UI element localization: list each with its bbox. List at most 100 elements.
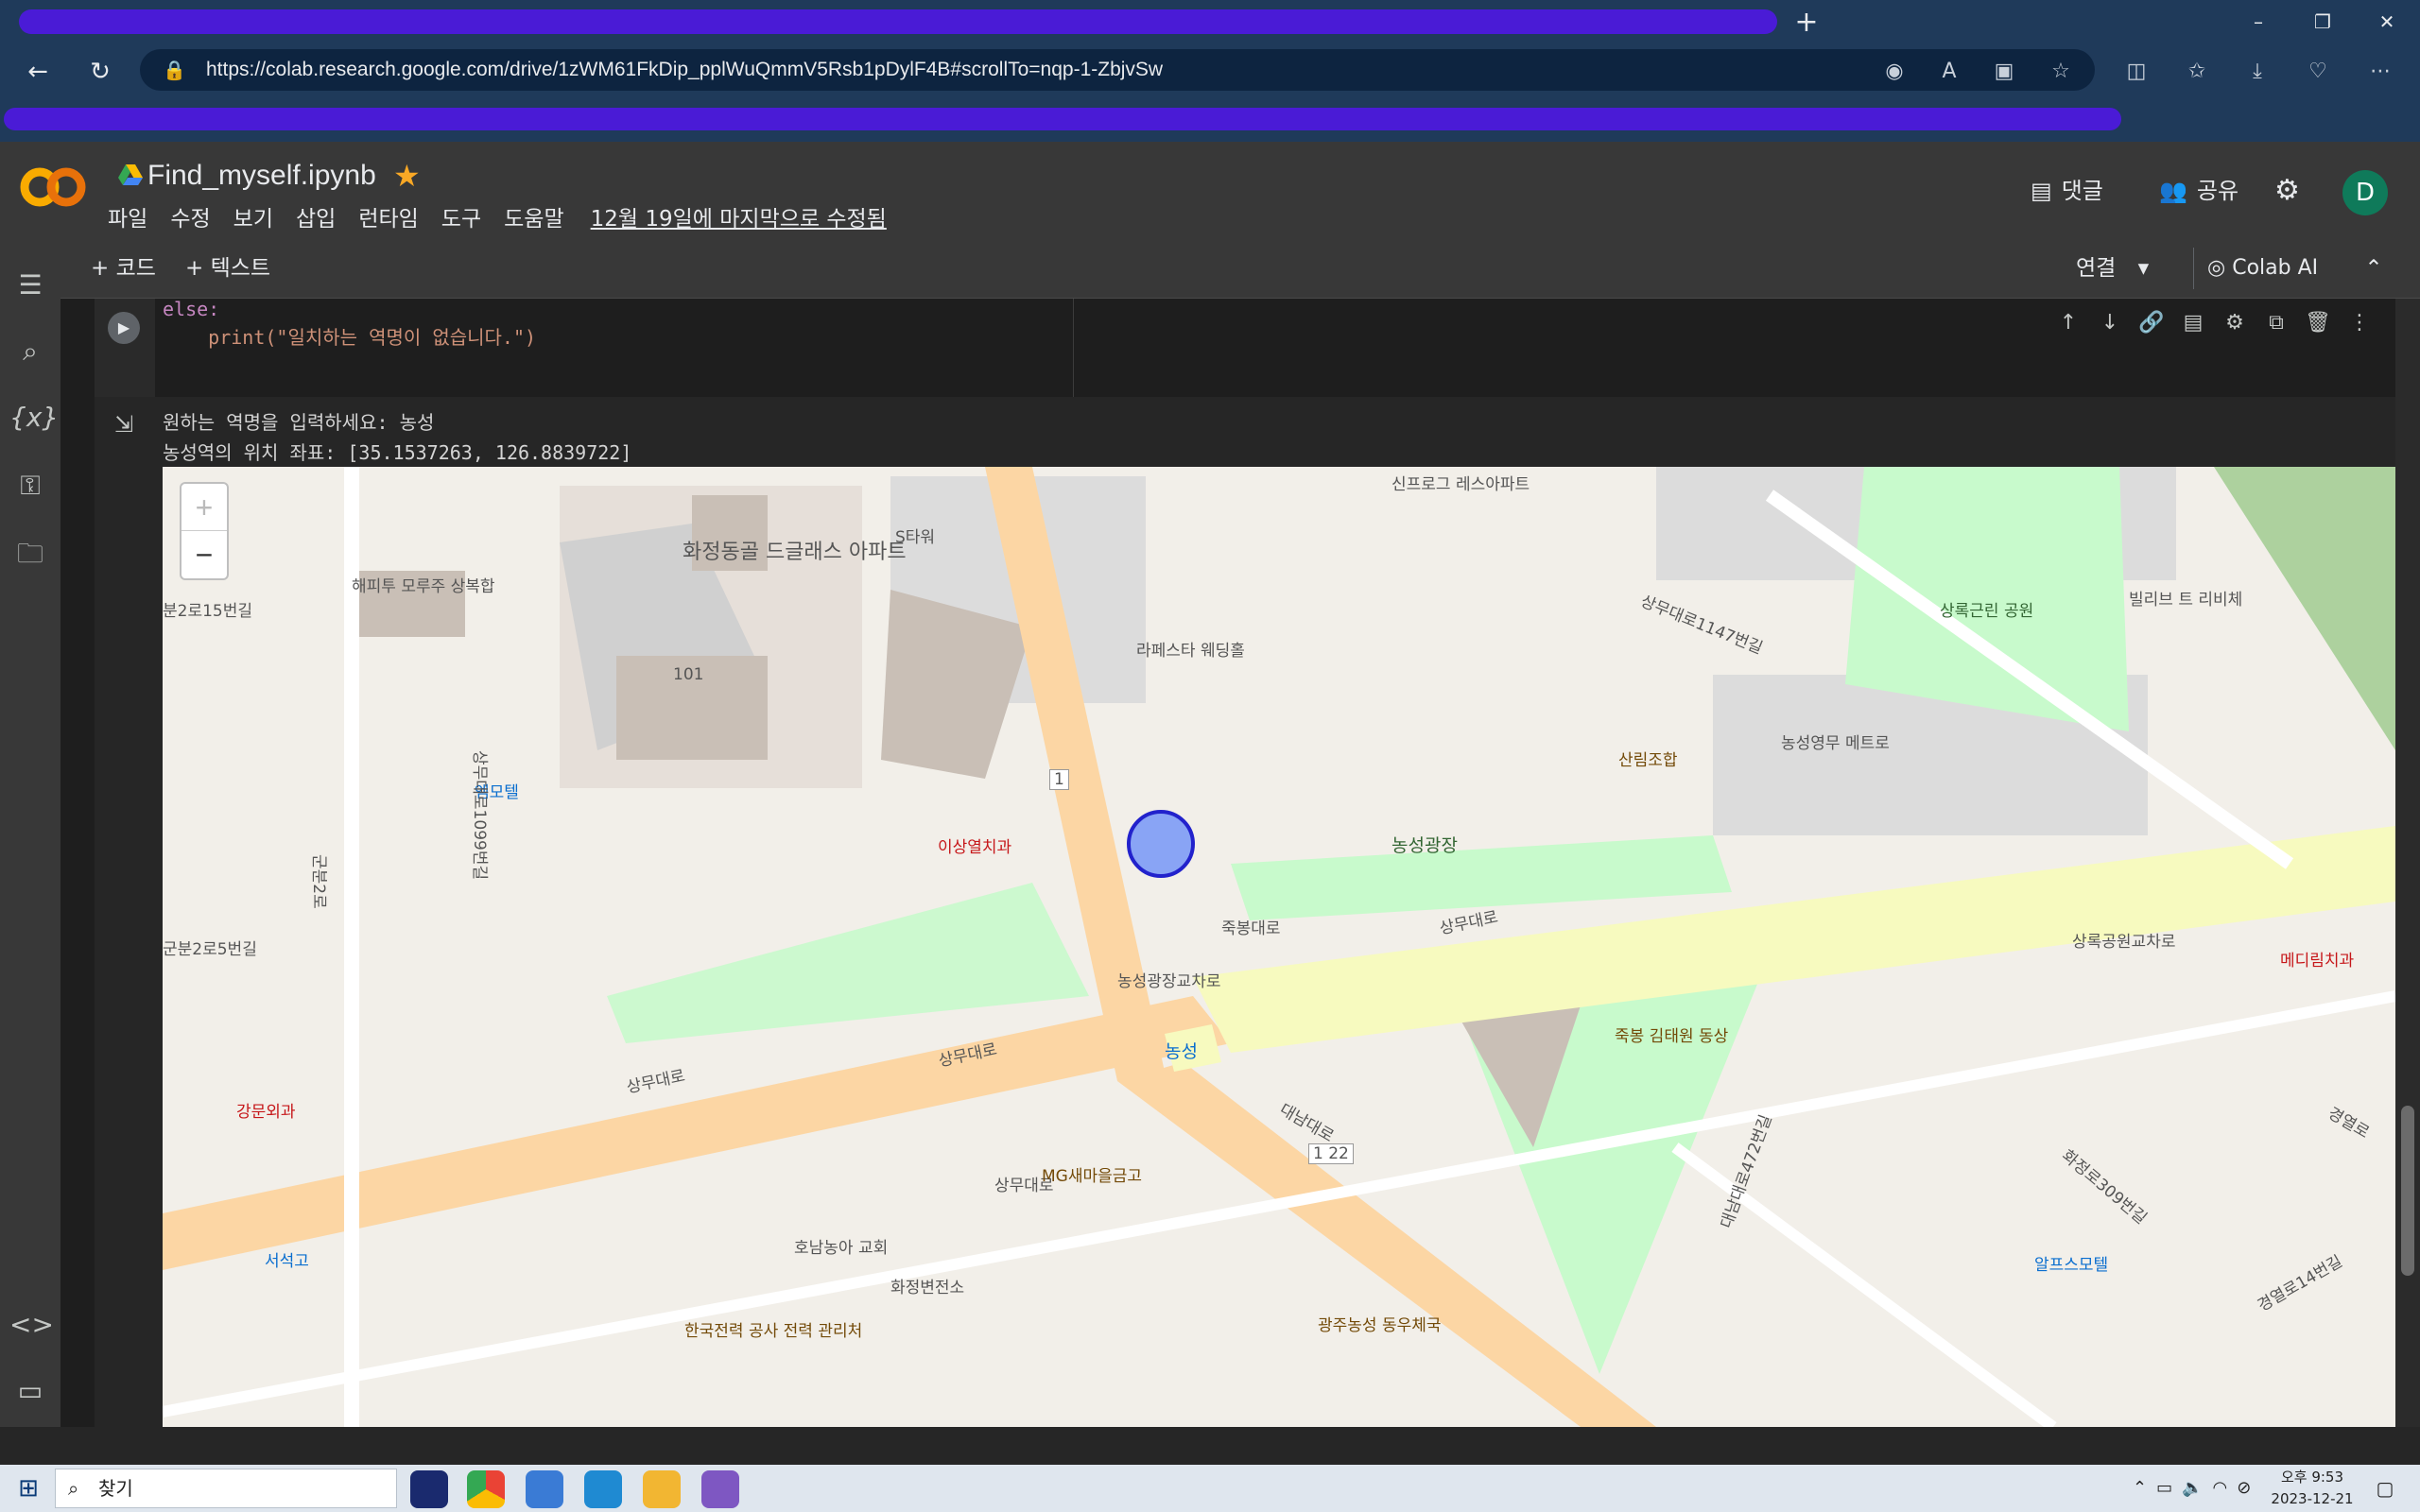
add-code-button[interactable]: + 코드 [91, 249, 156, 287]
chrome-app-icon[interactable] [467, 1470, 505, 1508]
colab-ai-label: Colab AI [2232, 256, 2319, 280]
new-tab-button[interactable]: + [1789, 6, 1824, 40]
map-label-shinprog: 신프로그 레스아파트 [1392, 475, 1530, 494]
output-icon[interactable]: ⇲ [108, 408, 140, 440]
menu-edit[interactable]: 수정 [170, 202, 210, 236]
menu-bar: 파일 수정 보기 삽입 런타임 도구 도움말 12월 19일에 마지막으로 수정… [108, 202, 887, 236]
taskbar-clock[interactable]: 오후 9:53 2023-12-21 [2265, 1467, 2360, 1510]
code-line-else: else: [163, 298, 220, 320]
command-palette-icon[interactable]: ▭ [9, 1370, 51, 1412]
map-label-billive: 빌리브 트 리비체 [2129, 591, 2243, 610]
reload-icon[interactable]: ↻ [81, 53, 119, 91]
avatar[interactable]: D [2342, 170, 2388, 215]
windows-start-icon[interactable]: ⊞ [9, 1472, 47, 1504]
link-icon[interactable]: 🔗 [2136, 308, 2167, 338]
map-label-medical-dental: 메디림치과 [2280, 952, 2355, 971]
app-icon[interactable] [701, 1470, 739, 1508]
favorite-star-icon[interactable]: ☆ [2044, 55, 2078, 89]
more-vert-icon[interactable]: ⋮ [2344, 308, 2375, 338]
map-label-dental: 이상열치과 [938, 838, 1012, 857]
map-label-forestry-coop: 산림조합 [1618, 751, 1678, 770]
map-label-apartment: 화정동골 드글래스 아파트 [683, 541, 907, 564]
map-label-jukbong: 죽봉대로 [1221, 919, 1281, 938]
app-icon[interactable] [526, 1470, 563, 1508]
lock-icon[interactable]: 🔒 [163, 57, 187, 83]
last-edited-link[interactable]: 12월 19일에 마지막으로 수정됨 [591, 202, 887, 236]
favorites-icon[interactable]: ✩ [2180, 55, 2214, 89]
star-icon[interactable]: ★ [393, 157, 427, 195]
read-aloud-icon[interactable]: A [1932, 55, 1966, 89]
colab-ai-button[interactable]: ◎ Colab AI [2193, 248, 2318, 289]
secrets-key-icon[interactable]: ⚿ [9, 465, 51, 507]
url-text[interactable]: https://colab.research.google.com/drive/… [206, 57, 1163, 83]
no-internet-icon[interactable]: ⊘ [2237, 1474, 2251, 1503]
move-up-icon[interactable]: ↑ [2053, 308, 2083, 338]
settings-gear-icon[interactable]: ⚙ [2274, 170, 2300, 212]
menu-runtime[interactable]: 런타임 [358, 202, 418, 236]
close-window-button[interactable]: ✕ [2365, 6, 2409, 38]
location-circle-marker[interactable] [1127, 810, 1195, 878]
status-bar [0, 1427, 2420, 1465]
collapse-chevron-up-icon[interactable]: ⌃ [2360, 249, 2388, 287]
app-view-icon[interactable]: ▣ [1987, 55, 2021, 89]
zoom-in-button[interactable]: + [182, 484, 227, 531]
map-label-plaza: 농성광장 [1392, 835, 1458, 856]
delete-icon[interactable]: 🗑 [2303, 308, 2333, 338]
comment-button[interactable]: ▤ 댓글 [2031, 170, 2103, 212]
notebook-toolbar [60, 242, 2420, 299]
add-text-button[interactable]: + 텍스트 [185, 249, 270, 287]
menu-view[interactable]: 보기 [233, 202, 273, 236]
zoom-out-button[interactable]: − [182, 531, 227, 578]
file-explorer-icon[interactable] [643, 1470, 681, 1508]
eclipse-app-icon[interactable] [410, 1470, 448, 1508]
map-canvas[interactable] [163, 467, 2395, 1427]
move-down-icon[interactable]: ↓ [2095, 308, 2125, 338]
menu-file[interactable]: 파일 [108, 202, 147, 236]
google-drive-icon[interactable] [117, 163, 144, 187]
chevron-up-icon[interactable]: ⌃ [2133, 1474, 2147, 1503]
bookmark-items[interactable] [4, 108, 2121, 130]
restore-button[interactable]: ❐ [2301, 6, 2344, 38]
files-folder-icon[interactable]: 🗀 [9, 533, 51, 575]
mirror-cell-icon[interactable]: ⧉ [2261, 308, 2291, 338]
browser-tab[interactable] [19, 9, 1777, 34]
split-screen-icon[interactable]: ◫ [2119, 55, 2153, 89]
variables-icon[interactable]: {x} [9, 397, 59, 438]
code-snippets-icon[interactable]: <> [9, 1304, 54, 1346]
minimize-button[interactable]: – [2237, 6, 2280, 38]
search-icon[interactable]: ⌕ [9, 331, 51, 372]
battery-icon[interactable]: ▭ [2156, 1474, 2172, 1503]
table-of-contents-icon[interactable]: ☰ [9, 265, 51, 306]
share-button[interactable]: 👥 공유 [2159, 170, 2238, 212]
map-label-clinic: 강문외과 [236, 1103, 296, 1122]
notebook-title[interactable]: Find_myself.ipynb [147, 157, 376, 195]
tracking-prevention-icon[interactable]: ◉ [1877, 55, 1911, 89]
run-cell-button[interactable]: ▶ [108, 312, 140, 344]
code-line-print: print("일치하는 역명이 없습니다.") [163, 326, 537, 349]
output-line-coords: 농성역의 위치 좌표: [35.1537263, 126.8839722] [163, 441, 632, 464]
map-label-post-office: 광주농성 동우체국 [1318, 1316, 1442, 1335]
wifi-icon[interactable]: ◠ [2213, 1474, 2228, 1503]
map-label-statue: 죽봉 김태원 동상 [1615, 1027, 1729, 1046]
cell-settings-icon[interactable]: ⚙ [2220, 308, 2250, 338]
more-menu-icon[interactable]: ⋯ [2363, 55, 2397, 89]
colab-logo-icon[interactable] [19, 163, 87, 212]
taskbar-search-placeholder: 찾기 [98, 1477, 133, 1500]
edge-app-icon[interactable] [584, 1470, 622, 1508]
notification-icon[interactable]: ▢ [2369, 1472, 2401, 1504]
menu-insert[interactable]: 삽입 [296, 202, 336, 236]
folium-map[interactable]: 화정동골 드글래스 아파트 S타워 101 해피투 모루주 상복합 분2로15번… [163, 467, 2395, 1427]
system-tray: ⌃ ▭ 🔈 ◠ ⊘ [2133, 1474, 2251, 1503]
search-icon: ⌕ [68, 1477, 79, 1500]
comment-cell-icon[interactable]: ▤ [2178, 308, 2208, 338]
map-label-park: 상록근린 공원 [1940, 602, 2034, 621]
volume-icon[interactable]: 🔈 [2182, 1474, 2203, 1503]
downloads-icon[interactable]: ⤓ [2240, 55, 2274, 89]
menu-help[interactable]: 도움말 [504, 202, 563, 236]
share-label: 공유 [2196, 178, 2239, 204]
back-icon[interactable]: ← [19, 53, 57, 91]
scrollbar-thumb[interactable] [2401, 1106, 2414, 1276]
browser-essentials-icon[interactable]: ♡ [2301, 55, 2335, 89]
menu-tools[interactable]: 도구 [441, 202, 481, 236]
connect-button[interactable]: 연결 ▾ [2076, 249, 2149, 287]
